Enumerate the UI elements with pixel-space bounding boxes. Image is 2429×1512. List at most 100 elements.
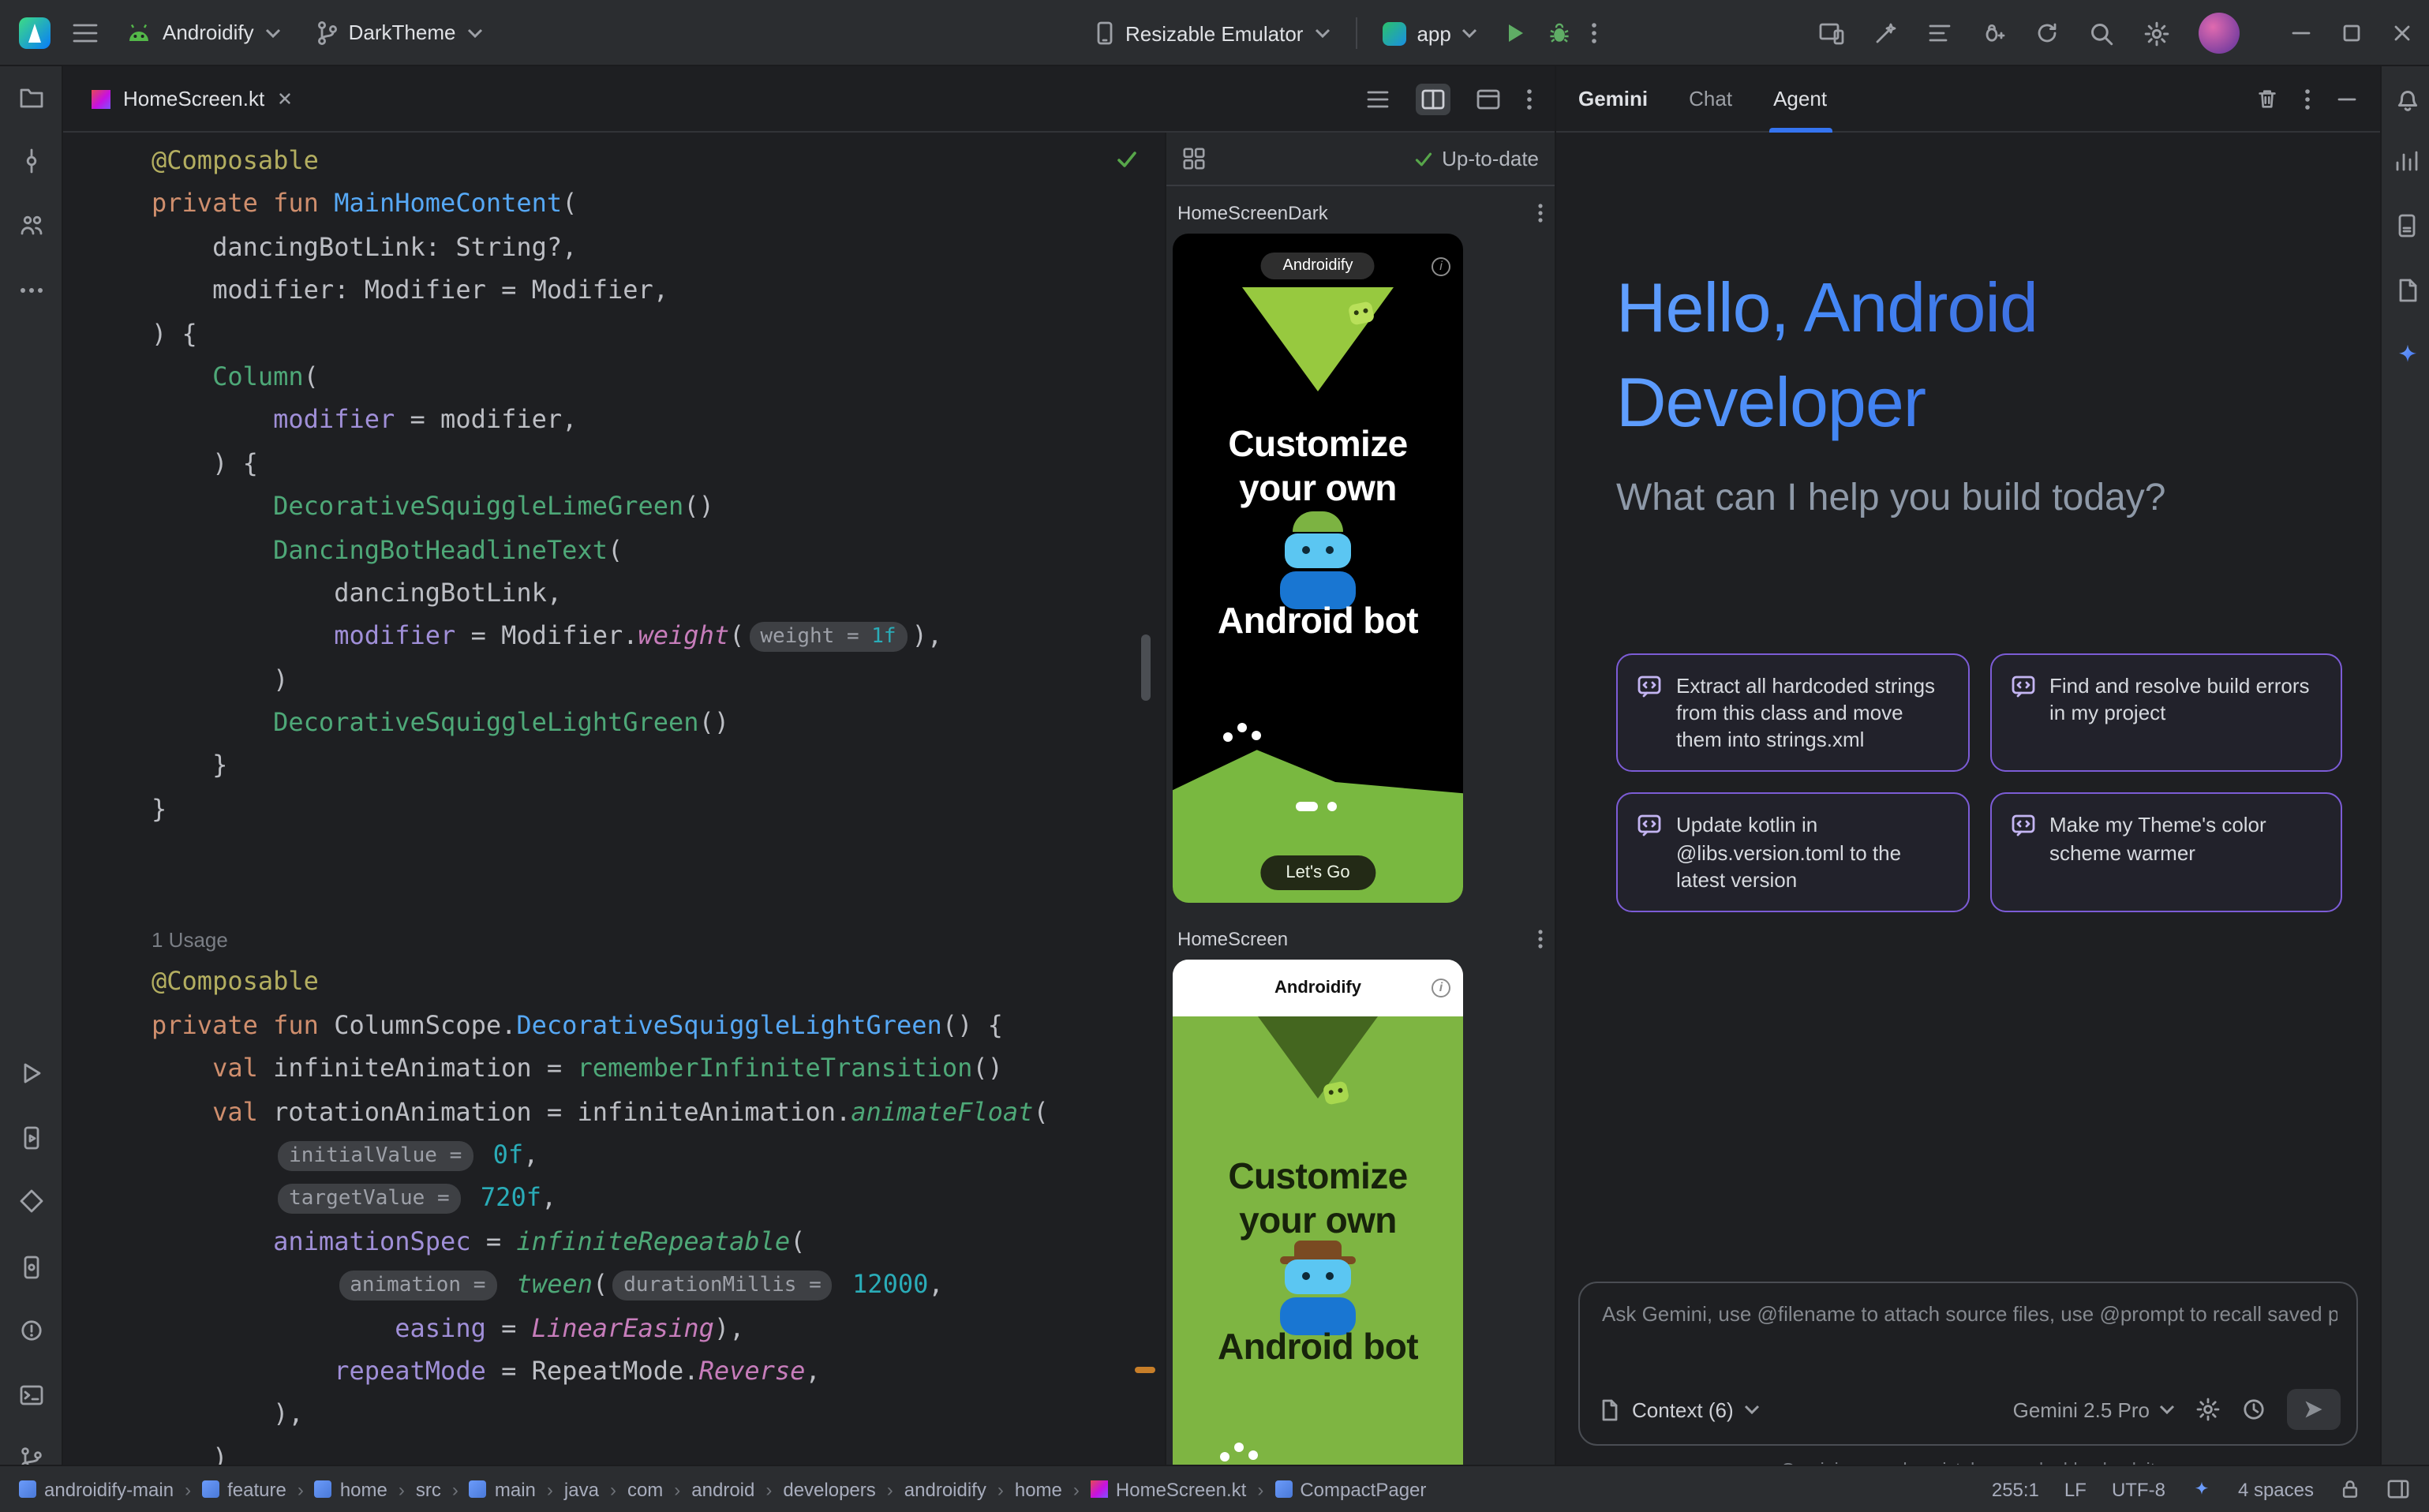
device-selector[interactable]: Resizable Emulator bbox=[1089, 14, 1336, 52]
code-line[interactable]: animationSpec = infiniteRepeatable( bbox=[152, 1220, 1132, 1263]
warning-stripe-mark[interactable] bbox=[1135, 1367, 1155, 1373]
clear-chat-button[interactable] bbox=[2255, 87, 2279, 110]
compose-preview-homescreen[interactable]: Androidify i Customize your own Android … bbox=[1173, 960, 1463, 1465]
breadcrumb-item[interactable]: java bbox=[564, 1478, 599, 1500]
minimize-button[interactable] bbox=[2290, 22, 2312, 44]
code-line[interactable]: ) bbox=[152, 657, 1132, 701]
run-configuration-selector[interactable]: app bbox=[1375, 15, 1484, 51]
code-line[interactable]: } bbox=[152, 744, 1132, 788]
debug-button[interactable] bbox=[1548, 21, 1573, 46]
gemini-input[interactable]: Ask Gemini, use @filename to attach sour… bbox=[1602, 1302, 2337, 1326]
code-line[interactable]: ) { bbox=[152, 441, 1132, 485]
code-line[interactable]: ), bbox=[152, 1393, 1132, 1436]
code-line[interactable]: @Composable bbox=[152, 960, 1132, 1004]
breadcrumb-item[interactable]: androidify bbox=[904, 1478, 986, 1500]
editor-tab-homescreen[interactable]: HomeScreen.kt bbox=[73, 66, 310, 131]
context-selector[interactable]: Context (6) bbox=[1599, 1398, 1761, 1421]
notifications-button[interactable] bbox=[2391, 82, 2423, 114]
breadcrumb-item[interactable]: src bbox=[416, 1478, 441, 1500]
user-avatar[interactable] bbox=[2199, 13, 2240, 54]
tab-agent[interactable]: Agent bbox=[1773, 65, 1827, 132]
code-line[interactable]: val infiniteAnimation = rememberInfinite… bbox=[152, 1046, 1132, 1090]
suggestion-card-extract-strings[interactable]: Extract all hardcoded strings from this … bbox=[1616, 653, 1969, 773]
breadcrumb-item[interactable]: developers bbox=[783, 1478, 875, 1500]
encoding-widget[interactable]: UTF-8 bbox=[2112, 1478, 2165, 1500]
code-assist-button[interactable] bbox=[1873, 21, 1899, 46]
code-line[interactable]: 1 Usage bbox=[152, 917, 1132, 960]
editor-scrollbar[interactable] bbox=[1141, 634, 1151, 701]
ai-status-icon[interactable] bbox=[2191, 1478, 2213, 1500]
code-line[interactable]: initialValue = 0f, bbox=[152, 1133, 1132, 1177]
breadcrumb-item[interactable]: home bbox=[1015, 1478, 1062, 1500]
compose-preview-homescreendark[interactable]: Androidify i Customize your own Android … bbox=[1173, 234, 1463, 903]
suggestion-card-theme-warmer[interactable]: Make my Theme's color scheme warmer bbox=[1989, 793, 2342, 912]
gemini-tool-button[interactable] bbox=[2391, 339, 2423, 371]
preview-layout-button[interactable] bbox=[1182, 147, 1206, 170]
breadcrumb-item[interactable]: main bbox=[470, 1478, 536, 1500]
code-line[interactable]: DecorativeSquiggleLightGreen() bbox=[152, 701, 1132, 744]
indent-widget[interactable]: 4 spaces bbox=[2238, 1478, 2314, 1500]
more-actions-kebab-icon[interactable] bbox=[1592, 21, 1598, 46]
code-line[interactable]: ) bbox=[152, 1435, 1132, 1465]
more-tools-button[interactable] bbox=[16, 275, 47, 306]
breadcrumb-item[interactable]: feature bbox=[202, 1478, 286, 1500]
breadcrumb-item[interactable]: android bbox=[691, 1478, 754, 1500]
code-line[interactable]: modifier = modifier, bbox=[152, 399, 1132, 442]
caret-position-widget[interactable]: 255:1 bbox=[1992, 1478, 2039, 1500]
editor-options-kebab-icon[interactable] bbox=[1526, 86, 1533, 111]
sync-project-button[interactable] bbox=[2034, 21, 2060, 46]
code-line[interactable]: private fun ColumnScope.DecorativeSquigg… bbox=[152, 1004, 1132, 1047]
running-devices-button[interactable] bbox=[1818, 21, 1845, 46]
code-line[interactable]: repeatMode = RepeatMode.Reverse, bbox=[152, 1349, 1132, 1393]
breadcrumb-item[interactable]: CompactPager bbox=[1274, 1478, 1426, 1500]
history-button[interactable] bbox=[2241, 1397, 2266, 1422]
code-line[interactable]: val rotationAnimation = infiniteAnimatio… bbox=[152, 1090, 1132, 1133]
code-line[interactable] bbox=[152, 874, 1132, 917]
logcat-button[interactable] bbox=[2391, 275, 2423, 306]
preview-options-kebab-icon[interactable] bbox=[1537, 928, 1544, 950]
profiler-tool-button[interactable] bbox=[2391, 145, 2423, 177]
suggestion-card-build-errors[interactable]: Find and resolve build errors in my proj… bbox=[1989, 653, 2342, 773]
close-button[interactable] bbox=[2391, 22, 2413, 44]
code-lines[interactable]: @Composableprivate fun MainHomeContent( … bbox=[63, 139, 1132, 1465]
device-manager-button[interactable] bbox=[16, 1252, 47, 1283]
code-line[interactable]: animation = tween(durationMillis = 12000… bbox=[152, 1263, 1132, 1306]
code-line[interactable]: @Composable bbox=[152, 139, 1132, 182]
model-selector[interactable]: Gemini 2.5 Pro bbox=[2013, 1398, 2175, 1421]
code-line[interactable]: Column( bbox=[152, 355, 1132, 399]
code-line[interactable] bbox=[152, 831, 1132, 874]
task-list-button[interactable] bbox=[1927, 21, 1952, 46]
commit-button[interactable] bbox=[16, 145, 47, 177]
suggestion-card-update-kotlin[interactable]: Update kotlin in @libs.version.toml to t… bbox=[1616, 793, 1969, 912]
code-line[interactable]: private fun MainHomeContent( bbox=[152, 182, 1132, 226]
gemini-settings-button[interactable] bbox=[2195, 1397, 2221, 1422]
code-line[interactable]: modifier: Modifier = Modifier, bbox=[152, 268, 1132, 312]
code-line[interactable]: dancingBotLink, bbox=[152, 571, 1132, 615]
code-view-button[interactable] bbox=[1365, 86, 1390, 111]
send-button[interactable] bbox=[2287, 1389, 2341, 1430]
search-button[interactable] bbox=[2088, 20, 2115, 47]
line-ending-widget[interactable]: LF bbox=[2064, 1478, 2087, 1500]
settings-button[interactable] bbox=[2143, 20, 2170, 47]
project-folder-button[interactable] bbox=[16, 82, 47, 114]
problems-button[interactable] bbox=[16, 1315, 47, 1346]
run-button[interactable] bbox=[1503, 21, 1529, 46]
code-editor[interactable]: @Composableprivate fun MainHomeContent( … bbox=[63, 133, 1163, 1465]
hide-panel-button[interactable] bbox=[2336, 88, 2358, 110]
project-selector[interactable]: Androidify bbox=[120, 14, 287, 51]
breadcrumb-item[interactable]: home bbox=[315, 1478, 387, 1500]
readonly-lock-icon[interactable] bbox=[2339, 1477, 2361, 1501]
code-line[interactable]: modifier = Modifier.weight(weight = 1f), bbox=[152, 615, 1132, 658]
code-line[interactable]: DecorativeSquiggleLimeGreen() bbox=[152, 485, 1132, 528]
device-explorer-button[interactable] bbox=[2391, 210, 2423, 241]
terminal-button[interactable] bbox=[16, 1379, 47, 1411]
pull-requests-button[interactable] bbox=[16, 210, 47, 241]
design-view-button[interactable] bbox=[1476, 88, 1501, 110]
vcs-branch-selector[interactable]: DarkTheme bbox=[309, 13, 489, 51]
split-view-button[interactable] bbox=[1416, 83, 1450, 114]
breadcrumb-item[interactable]: androidify-main bbox=[19, 1478, 174, 1500]
tab-chat[interactable]: Chat bbox=[1689, 65, 1732, 132]
code-line[interactable]: easing = LinearEasing), bbox=[152, 1306, 1132, 1349]
inspections-ok-icon[interactable] bbox=[1116, 148, 1138, 170]
close-tab-icon[interactable] bbox=[277, 92, 291, 106]
